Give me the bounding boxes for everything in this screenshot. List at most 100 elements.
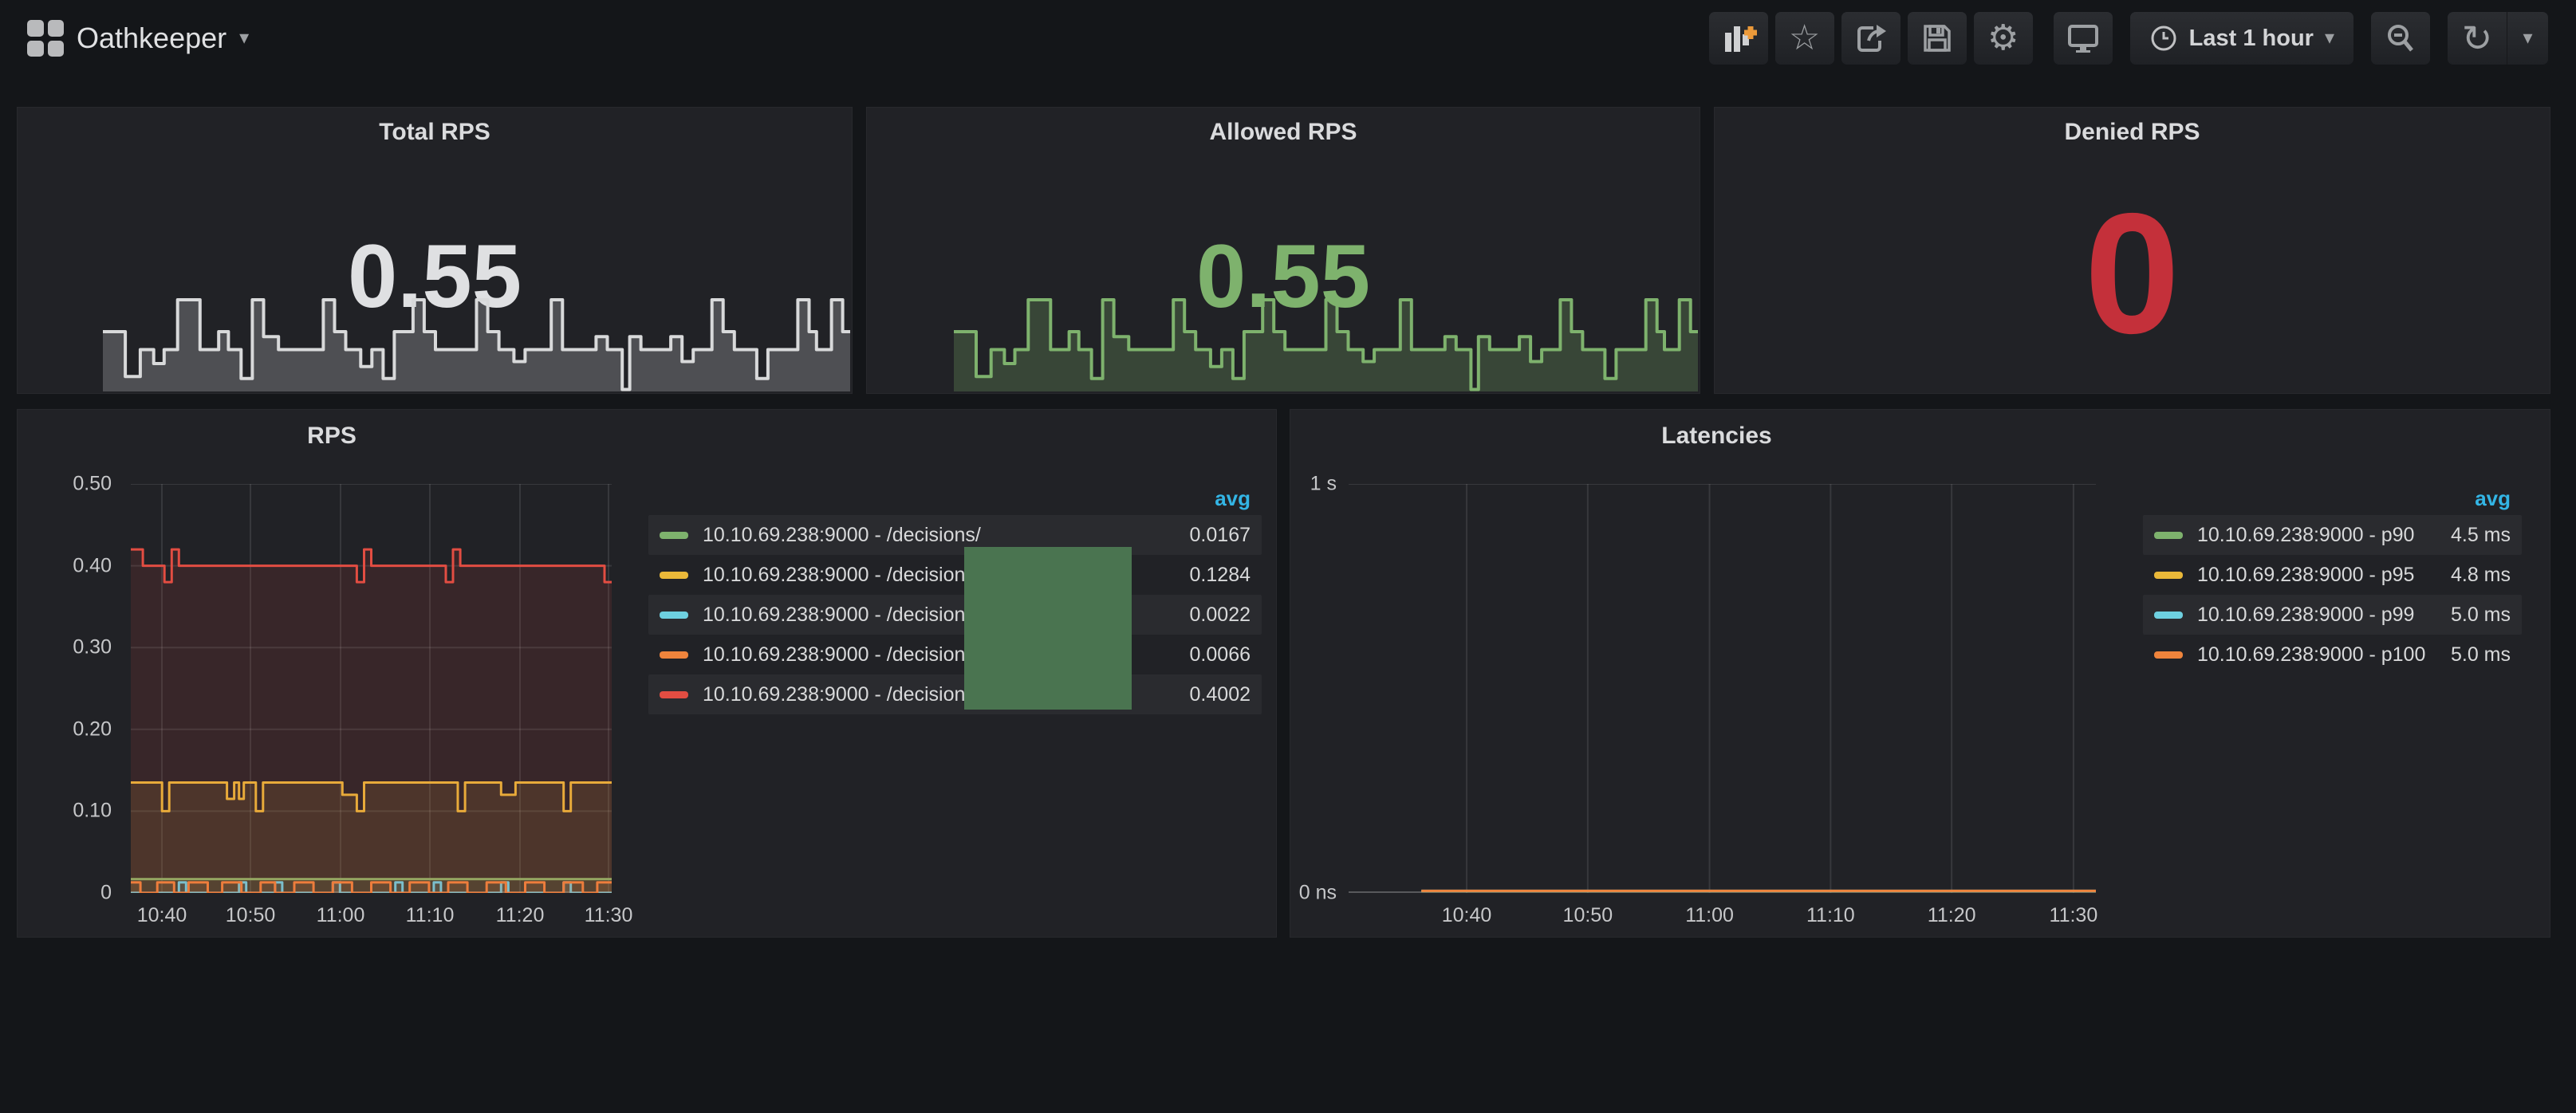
legend-row[interactable]: 10.10.69.238:9000 - /decisions/0.0167 (648, 515, 1262, 555)
series-color-swatch[interactable] (660, 651, 688, 659)
series-name: 10.10.69.238:9000 - /decisions/ (703, 524, 981, 547)
refresh-group: ↻ ▾ (2448, 12, 2548, 65)
y-tick-label: 0.10 (18, 800, 112, 823)
dashboard-title-dropdown[interactable]: Oathkeeper ▾ (27, 20, 249, 57)
latencies-chart-canvas[interactable] (1349, 484, 2096, 893)
series-name: 10.10.69.238:9000 - p95 (2197, 564, 2414, 587)
y-tick-label: 0.40 (18, 554, 112, 577)
series-avg-value: 0.1284 (1174, 564, 1251, 587)
legend-header: avg (648, 482, 1262, 515)
zoom-out-icon (2382, 20, 2419, 57)
series-name: 10.10.69.238:9000 - /decisions/ (703, 604, 981, 627)
chevron-down-icon: ▾ (239, 29, 249, 48)
legend-row[interactable]: 10.10.69.238:9000 - /decisions/0.0022 (648, 595, 1262, 635)
series-color-swatch[interactable] (2154, 612, 2183, 619)
rps-chart-canvas[interactable] (131, 484, 612, 893)
dashboard-grid-icon (27, 20, 64, 57)
legend-row[interactable]: 10.10.69.238:9000 - p95 4.8 ms (2143, 555, 2522, 595)
series-color-swatch[interactable] (660, 691, 688, 698)
legend-row[interactable]: 10.10.69.238:9000 - p100 5.0 ms (2143, 635, 2522, 674)
y-tick-label: 0.50 (18, 473, 112, 496)
series-color-swatch[interactable] (660, 572, 688, 579)
legend-avg-header[interactable]: avg (1215, 486, 1251, 511)
share-button[interactable] (1841, 12, 1900, 65)
time-range-picker[interactable]: Last 1 hour ▾ (2130, 12, 2353, 65)
x-tick-label: 10:50 (1563, 904, 1613, 927)
series-color-swatch[interactable] (660, 532, 688, 539)
total-rps-sparkline (103, 292, 850, 391)
panel-title[interactable]: Denied RPS (1715, 119, 2550, 146)
x-tick-label: 11:00 (317, 904, 365, 927)
series-avg-value: 5.0 ms (2435, 643, 2511, 667)
series-color-swatch[interactable] (660, 612, 688, 619)
y-tick-label: 0.30 (18, 636, 112, 659)
page-title: Oathkeeper (77, 22, 226, 55)
settings-button[interactable]: ⚙ (1974, 12, 2033, 65)
x-tick-label: 11:30 (2050, 904, 2098, 927)
x-tick-label: 10:40 (1442, 904, 1492, 927)
y-tick-label: 1 s (1290, 473, 1337, 496)
y-tick-label: 0 ns (1290, 882, 1337, 905)
series-color-swatch[interactable] (2154, 651, 2183, 659)
panel-rps: RPS 0.500.400.300.200.100 10:4010:5011:0… (17, 409, 1277, 938)
x-tick-label: 11:10 (1806, 904, 1855, 927)
series-avg-value: 4.5 ms (2435, 524, 2511, 547)
rps-legend: avg 10.10.69.238:9000 - /decisions/0.0167… (648, 482, 1262, 714)
series-avg-value: 0.4002 (1174, 683, 1251, 706)
chevron-down-icon: ▾ (2325, 29, 2334, 48)
panel-denied-rps: Denied RPS 0 (1714, 107, 2550, 394)
add-panel-icon (1720, 20, 1757, 57)
series-avg-value: 5.0 ms (2435, 604, 2511, 627)
series-avg-value: 0.0167 (1174, 524, 1251, 547)
panel-title[interactable]: Latencies (884, 423, 2550, 450)
allowed-rps-sparkline (954, 292, 1698, 391)
x-tick-label: 11:20 (496, 904, 545, 927)
share-icon (1853, 20, 1889, 57)
refresh-button[interactable]: ↻ (2448, 12, 2507, 65)
series-color-swatch[interactable] (2154, 572, 2183, 579)
x-tick-label: 11:30 (585, 904, 633, 927)
tv-mode-button[interactable] (2054, 12, 2113, 65)
panel-total-rps: Total RPS 0.55 (17, 107, 853, 394)
time-range-label: Last 1 hour (2189, 26, 2314, 52)
legend-row[interactable]: 10.10.69.238:9000 - p99 5.0 ms (2143, 595, 2522, 635)
series-name: 10.10.69.238:9000 - p99 (2197, 604, 2414, 627)
series-name: 10.10.69.238:9000 - p100 (2197, 643, 2425, 667)
panel-title[interactable]: Total RPS (18, 119, 852, 146)
legend-header: avg (2143, 482, 2522, 515)
series-color-swatch[interactable] (2154, 532, 2183, 539)
gear-icon: ⚙ (1987, 21, 2019, 56)
series-avg-value: 0.0022 (1174, 604, 1251, 627)
clock-icon (2149, 24, 2178, 53)
add-panel-button[interactable] (1709, 12, 1768, 65)
legend-row[interactable]: 10.10.69.238:9000 - /decisions/0.4002 (648, 674, 1262, 714)
series-avg-value: 0.0066 (1174, 643, 1251, 667)
star-button[interactable]: ☆ (1775, 12, 1834, 65)
star-icon: ☆ (1789, 21, 1820, 56)
series-avg-value: 4.8 ms (2435, 564, 2511, 587)
legend-row[interactable]: 10.10.69.238:9000 - /decisions/0.0066 (648, 635, 1262, 674)
y-tick-label: 0 (18, 882, 112, 905)
tv-mode-icon (2065, 20, 2101, 57)
panel-title[interactable]: Allowed RPS (867, 119, 1700, 146)
legend-row[interactable]: 10.10.69.238:9000 - p904.5 ms (2143, 515, 2522, 555)
panel-latencies: Latencies 1 s0 ns 10:4010:5011:0011:1011… (1290, 409, 2550, 938)
zoom-out-button[interactable] (2371, 12, 2430, 65)
x-tick-label: 11:10 (406, 904, 455, 927)
x-tick-label: 11:20 (1928, 904, 1976, 927)
refresh-interval-caret[interactable]: ▾ (2507, 12, 2548, 65)
save-icon (1919, 20, 1956, 57)
green-overlay (964, 547, 1132, 710)
panel-allowed-rps: Allowed RPS 0.55 (866, 107, 1700, 394)
save-button[interactable] (1908, 12, 1967, 65)
x-tick-label: 11:00 (1685, 904, 1734, 927)
navbar: Oathkeeper ▾ ☆ (0, 0, 2576, 77)
x-tick-label: 10:50 (226, 904, 276, 927)
refresh-icon: ↻ (2462, 20, 2493, 57)
y-tick-label: 0.20 (18, 718, 112, 741)
x-tick-label: 10:40 (137, 904, 187, 927)
legend-avg-header[interactable]: avg (2475, 486, 2511, 511)
chevron-down-icon: ▾ (2523, 29, 2532, 48)
legend-row[interactable]: 10.10.69.238:9000 - /decisions/0.1284 (648, 555, 1262, 595)
series-name: 10.10.69.238:9000 - /decisions/ (703, 643, 981, 667)
